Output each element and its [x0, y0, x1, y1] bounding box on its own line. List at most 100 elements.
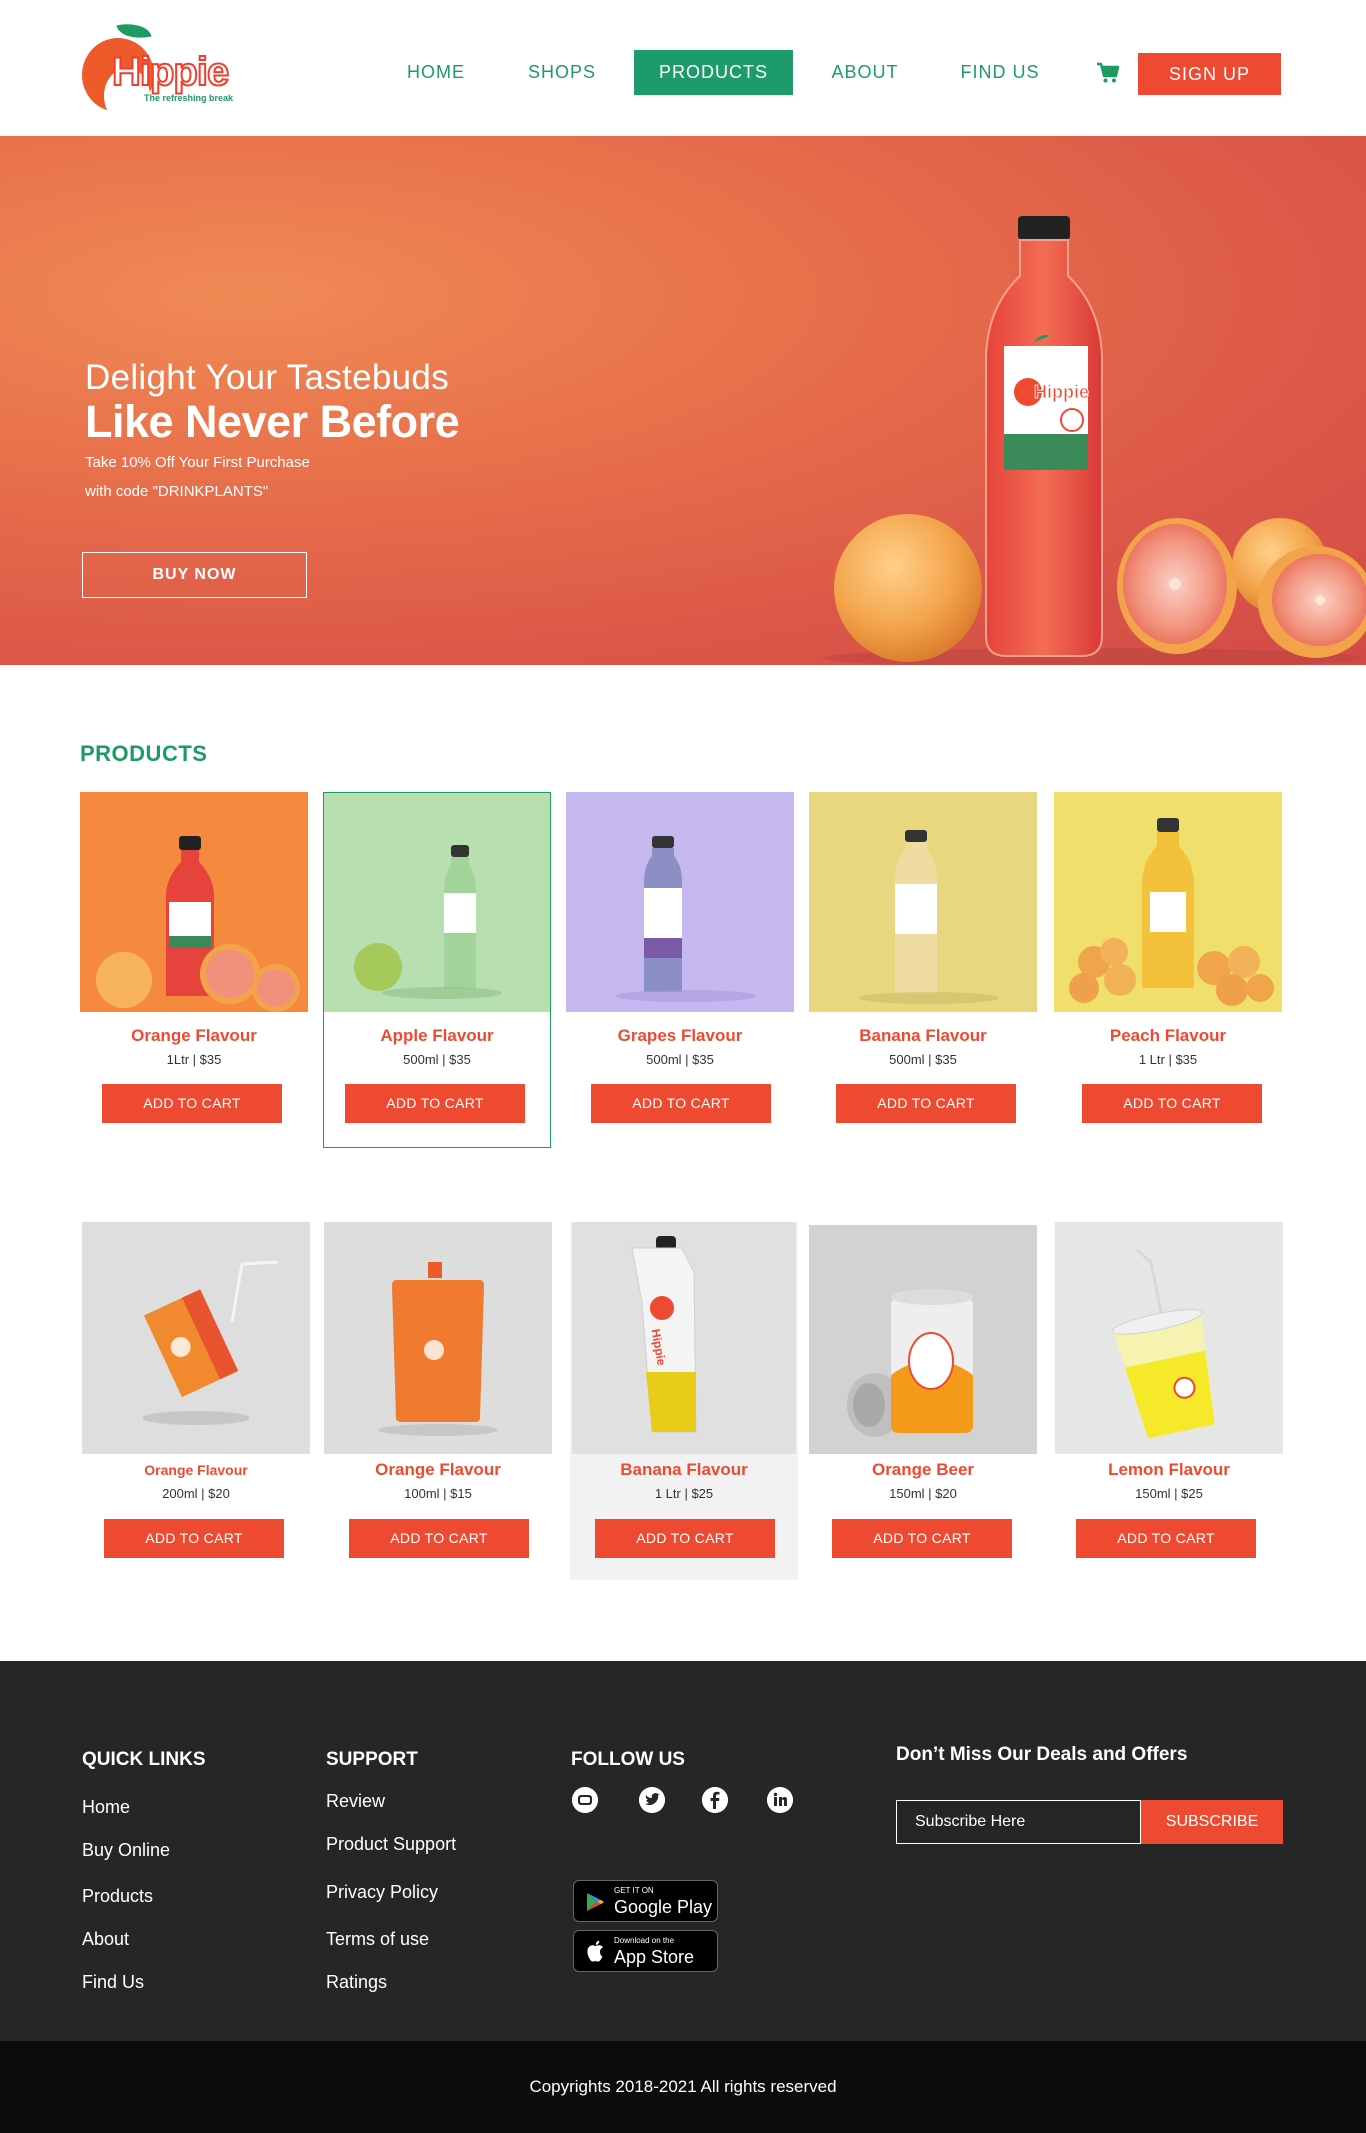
nav-find-us[interactable]: FIND US: [942, 50, 1058, 95]
subscribe-button[interactable]: SUBSCRIBE: [1141, 1800, 1283, 1844]
copyright-bar: Copyrights 2018-2021 All rights reserved: [0, 2041, 1366, 2133]
product-card: Orange Beer 150ml | $20 ADD TO CART: [809, 1225, 1037, 1565]
product-card: Orange Flavour 1Ltr | $35 ADD TO CART: [80, 792, 308, 1123]
follow-us-heading: FOLLOW US: [571, 1749, 685, 1770]
linkedin-icon[interactable]: [767, 1787, 793, 1813]
product-card: Orange Flavour 200ml | $20 ADD TO CART: [82, 1222, 310, 1562]
support-heading: SUPPORT: [326, 1749, 418, 1770]
product-size-price: 1 Ltr | $35: [1138, 1052, 1198, 1067]
google-play-caption: GET IT ON: [614, 1886, 654, 1895]
app-store-button[interactable]: Download on the App Store: [573, 1930, 718, 1972]
product-name: Banana Flavour: [620, 1460, 748, 1479]
footer-link-ratings[interactable]: Ratings: [326, 1972, 387, 1993]
google-play-button[interactable]: GET IT ON Google Play: [573, 1880, 718, 1922]
add-to-cart-button[interactable]: ADD TO CART: [595, 1519, 775, 1558]
app-store-caption: Download on the: [614, 1936, 675, 1945]
product-name: Banana Flavour: [859, 1026, 987, 1045]
add-to-cart-button[interactable]: ADD TO CART: [836, 1084, 1016, 1123]
add-to-cart-button[interactable]: ADD TO CART: [832, 1519, 1012, 1558]
buy-now-button[interactable]: BUY NOW: [82, 552, 307, 598]
add-to-cart-button[interactable]: ADD TO CART: [345, 1084, 525, 1123]
hero-offer-text: Take 10% Off Your First Purchase: [85, 454, 310, 471]
footer-link-terms-of-use[interactable]: Terms of use: [326, 1929, 429, 1950]
hero-subtitle: Delight Your Tastebuds: [85, 358, 449, 397]
product-name: Lemon Flavour: [1108, 1460, 1230, 1479]
nav-home[interactable]: HOME: [386, 50, 486, 95]
google-play-label: Google Play: [614, 1897, 713, 1917]
product-name: Orange Beer: [871, 1460, 975, 1479]
apple-icon: [587, 1940, 603, 1962]
footer-link-product-support[interactable]: Product Support: [326, 1834, 456, 1855]
deals-heading: Don’t Miss Our Deals and Offers: [896, 1744, 1188, 1765]
apple-juice-bottle-image: [324, 793, 550, 1012]
copyright-text: Copyrights 2018-2021 All rights reserved: [529, 2077, 837, 2096]
shopping-cart-icon[interactable]: [1096, 62, 1120, 84]
grapes-juice-bottle-image: [566, 792, 794, 1012]
product-size-price: 1 Ltr | $25: [654, 1486, 714, 1501]
quick-links-heading: QUICK LINKS: [82, 1749, 206, 1770]
nav-products[interactable]: PRODUCTS: [634, 50, 793, 95]
svg-text:Hippie: Hippie: [1034, 382, 1089, 402]
product-size-price: 100ml | $15: [404, 1486, 472, 1501]
hero-banner: Delight Your Tastebuds Like Never Before…: [0, 136, 1366, 665]
app-store-label: App Store: [614, 1947, 695, 1967]
product-card: Hippie Banana Flavour 1 Ltr | $25 ADD TO…: [570, 1222, 798, 1580]
products-heading: PRODUCTS: [80, 741, 208, 766]
product-card: Apple Flavour 500ml | $35 ADD TO CART: [323, 792, 551, 1148]
product-name: Grapes Flavour: [617, 1026, 743, 1045]
product-name: Orange Flavour: [131, 1026, 257, 1045]
product-size-price: 500ml | $35: [646, 1052, 714, 1067]
product-card: Orange Flavour 100ml | $15 ADD TO CART: [324, 1222, 552, 1562]
footer-link-find-us[interactable]: Find Us: [82, 1972, 144, 1993]
footer-link-buy-online[interactable]: Buy Online: [82, 1840, 170, 1861]
hero-code-text: with code "DRINKPLANTS": [85, 483, 269, 500]
add-to-cart-button[interactable]: ADD TO CART: [591, 1084, 771, 1123]
product-size-price: 150ml | $20: [889, 1486, 957, 1501]
footer-link-products[interactable]: Products: [82, 1886, 153, 1907]
footer-link-about[interactable]: About: [82, 1929, 129, 1950]
product-name: Orange Flavour: [375, 1460, 501, 1479]
peach-juice-bottle-image: [1054, 792, 1282, 1012]
orange-juice-box-image: [82, 1222, 310, 1454]
product-size-price: 500ml | $35: [889, 1052, 957, 1067]
sign-up-button[interactable]: SIGN UP: [1138, 53, 1281, 95]
add-to-cart-button[interactable]: ADD TO CART: [104, 1519, 284, 1558]
product-card: Banana Flavour 500ml | $35 ADD TO CART: [809, 792, 1037, 1123]
product-card: Grapes Flavour 500ml | $35 ADD TO CART: [566, 792, 794, 1123]
site-header: Hippie The refreshing break HOME SHOPS P…: [0, 0, 1366, 136]
site-footer: QUICK LINKS Home Buy Online Products Abo…: [0, 1661, 1366, 2041]
product-size-price: 1Ltr | $35: [166, 1052, 222, 1067]
product-card: Peach Flavour 1 Ltr | $35 ADD TO CART: [1054, 792, 1282, 1123]
product-name: Peach Flavour: [1109, 1026, 1227, 1045]
hero-title: Like Never Before: [85, 396, 460, 447]
youtube-icon[interactable]: [572, 1787, 598, 1813]
footer-link-home[interactable]: Home: [82, 1797, 130, 1818]
google-play-icon: [587, 1893, 604, 1911]
orange-beer-can-image: [809, 1225, 1037, 1454]
orange-juice-bottle-image: [80, 792, 308, 1012]
banana-juice-bottle-image: [809, 792, 1037, 1012]
nav-about[interactable]: ABOUT: [815, 50, 915, 95]
facebook-icon[interactable]: [702, 1787, 728, 1813]
product-size-price: 200ml | $20: [162, 1486, 230, 1501]
banana-juice-carton-image: Hippie: [572, 1222, 796, 1454]
product-name: Orange Flavour: [144, 1462, 248, 1478]
brand-logo[interactable]: Hippie The refreshing break: [80, 18, 234, 124]
add-to-cart-button[interactable]: ADD TO CART: [1076, 1519, 1256, 1558]
add-to-cart-button[interactable]: ADD TO CART: [102, 1084, 282, 1123]
add-to-cart-button[interactable]: ADD TO CART: [349, 1519, 529, 1558]
add-to-cart-button[interactable]: ADD TO CART: [1082, 1084, 1262, 1123]
brand-name: Hippie: [111, 49, 230, 95]
nav-shops[interactable]: SHOPS: [512, 50, 612, 95]
brand-tagline: The refreshing break: [144, 93, 234, 103]
product-size-price: 500ml | $35: [403, 1052, 471, 1067]
product-size-price: 150ml | $25: [1135, 1486, 1203, 1501]
subscribe-email-input[interactable]: Subscribe Here: [896, 1800, 1141, 1844]
orange-juice-pouch-image: [324, 1222, 552, 1454]
product-card: Lemon Flavour 150ml | $25 ADD TO CART: [1055, 1222, 1283, 1562]
lemon-juice-cup-image: [1055, 1222, 1283, 1454]
hero-product-image: Hippie: [823, 216, 1366, 665]
footer-link-privacy-policy[interactable]: Privacy Policy: [326, 1882, 438, 1903]
twitter-icon[interactable]: [639, 1787, 665, 1813]
footer-link-review[interactable]: Review: [326, 1791, 385, 1812]
